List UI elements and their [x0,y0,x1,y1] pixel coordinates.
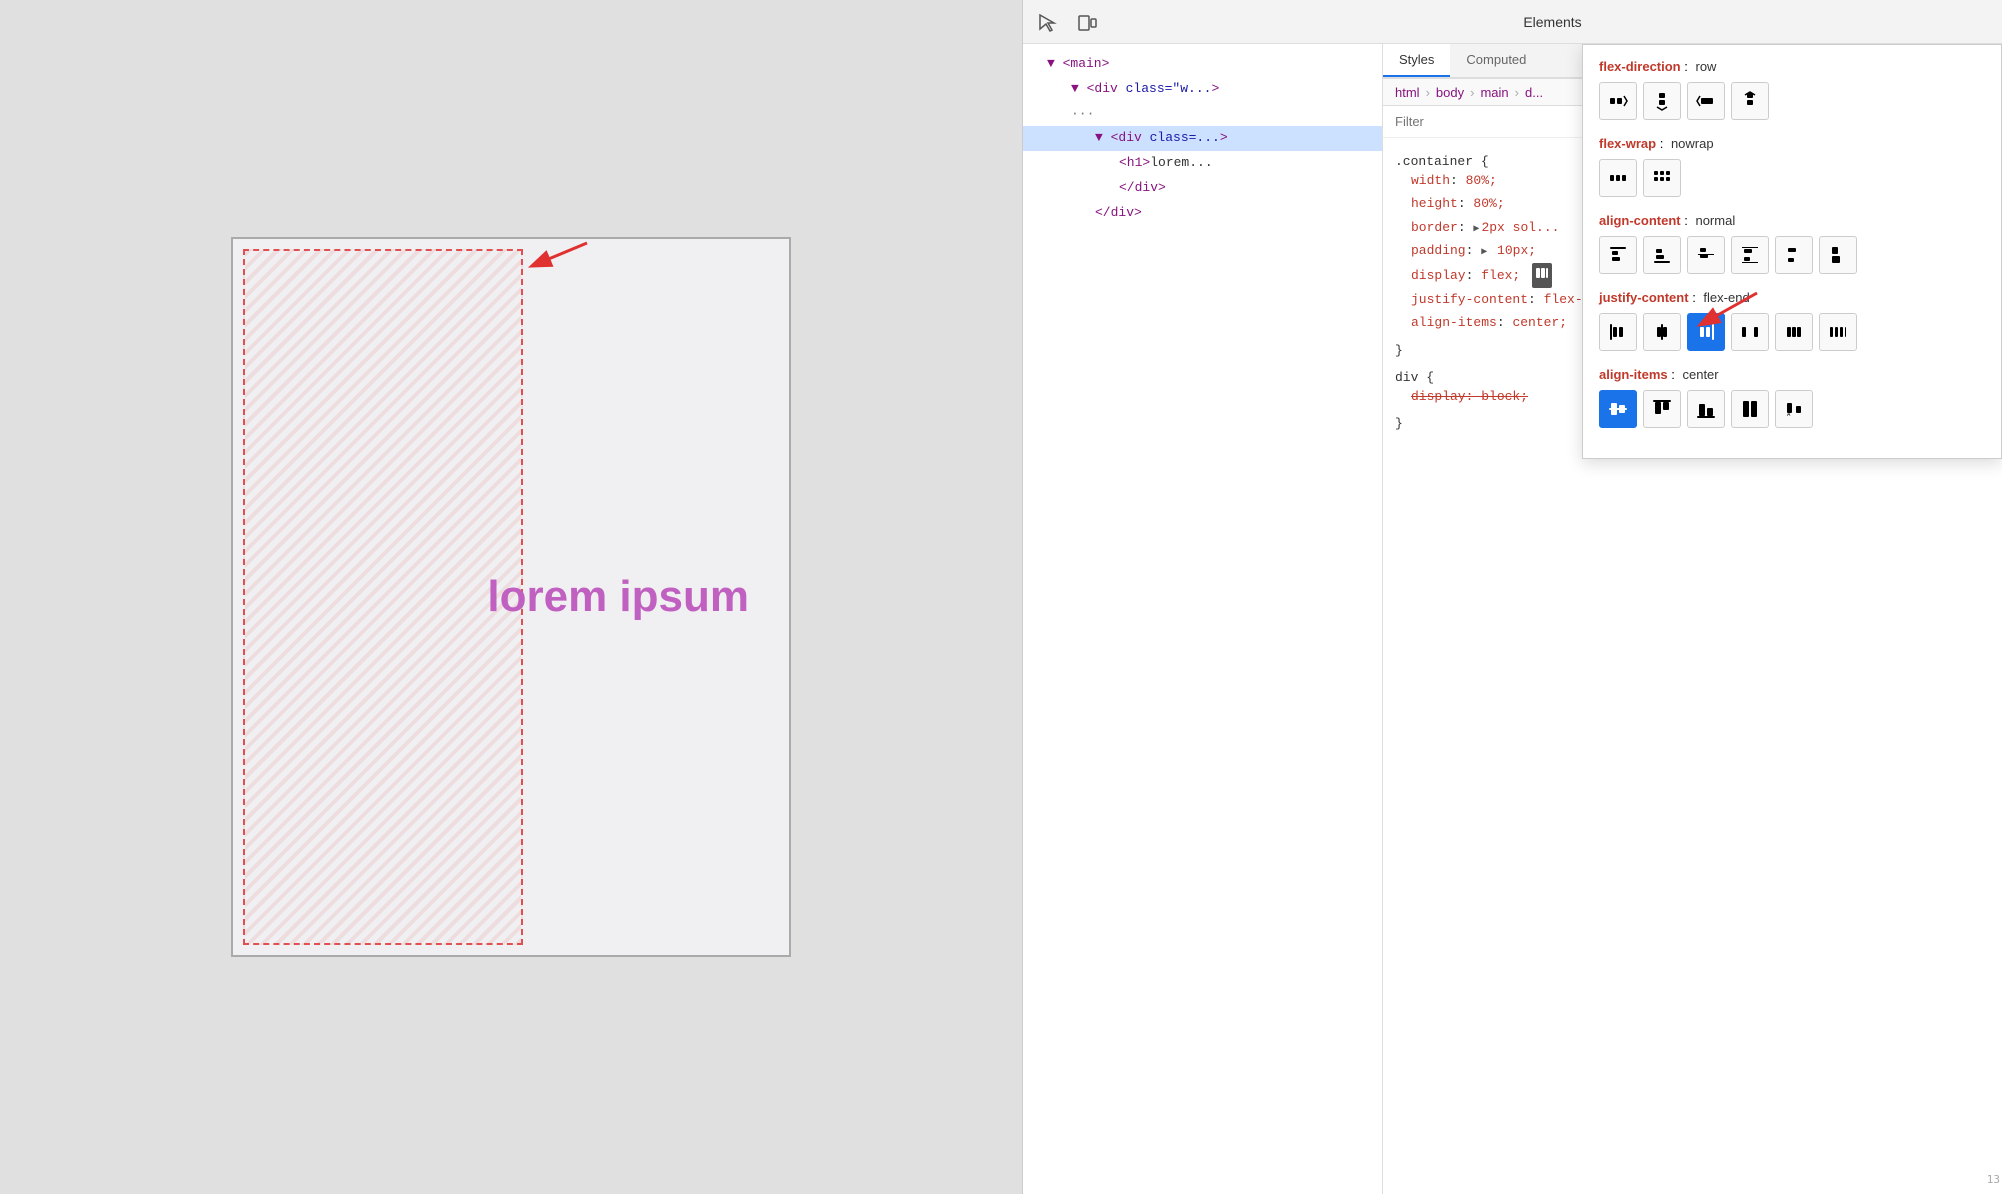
flex-nowrap-btn[interactable] [1599,159,1637,197]
breadcrumb-body[interactable]: body [1436,85,1464,100]
breadcrumb-html[interactable]: html [1395,85,1420,100]
tab-styles[interactable]: Styles [1383,44,1450,77]
align-content-space-between-btn[interactable] [1731,236,1769,274]
flex-direction-value: row [1695,59,1716,74]
flex-wrap-icons [1599,159,1985,197]
flex-dir-col-rev-btn[interactable] [1731,82,1769,120]
align-content-center-btn[interactable] [1687,236,1725,274]
align-content-start-btn[interactable] [1599,236,1637,274]
flex-dir-row-btn[interactable] [1599,82,1637,120]
breadcrumb-div[interactable]: d... [1525,85,1543,100]
browser-preview: lorem ipsum [0,0,1022,1194]
justify-content-label: justify-content [1599,290,1689,305]
align-items-start-btn[interactable] [1643,390,1681,428]
justify-space-around-btn[interactable] [1775,313,1813,351]
flex-wrap-label: flex-wrap [1599,136,1656,151]
align-content-stretch-btn[interactable] [1819,236,1857,274]
dom-line-div2[interactable]: ▼ <div class=...> [1023,126,1382,151]
flex-direction-section: flex-direction : row [1599,59,1985,120]
inspect-icon[interactable] [1035,10,1059,34]
justify-content-value: flex-end [1703,290,1749,305]
devtools-panel: Elements ▼ <main> ▼ <div class="w...> ··… [1022,0,2002,1194]
devtools-toolbar: Elements [1023,0,2002,44]
align-items-baseline-btn[interactable]: A [1775,390,1813,428]
dom-line-div-close2: </div> [1023,201,1382,226]
align-content-value: normal [1695,213,1735,228]
dom-line-main[interactable]: ▼ <main> [1023,52,1382,77]
align-content-end-btn[interactable] [1643,236,1681,274]
top-arrow-indicator [515,235,595,280]
align-content-space-around-btn[interactable] [1775,236,1813,274]
flex-display-icon[interactable] [1532,263,1552,288]
justify-center-btn[interactable] [1643,313,1681,351]
dom-tree: ▼ <main> ▼ <div class="w...> ··· ▼ <div … [1023,44,1383,1194]
tab-computed[interactable]: Computed [1450,44,1542,77]
align-items-stretch-btn[interactable] [1731,390,1769,428]
flex-wrap-section: flex-wrap : nowrap [1599,136,1985,197]
justify-space-evenly-btn[interactable] [1819,313,1857,351]
device-toggle-icon[interactable] [1075,10,1099,34]
align-content-section: align-content : normal [1599,213,1985,274]
flex-dir-col-btn[interactable] [1643,82,1681,120]
preview-container: lorem ipsum [231,237,791,957]
align-content-label: align-content [1599,213,1681,228]
flex-inspector-popup: flex-direction : row [1582,44,2002,459]
align-items-label: align-items [1599,367,1668,382]
justify-content-section: justify-content : flex-end [1599,290,1985,351]
line-number: 13 [1987,1173,2000,1186]
filter-input[interactable] [1395,114,1595,129]
align-items-icons: A [1599,390,1985,428]
justify-content-icons [1599,313,1985,351]
align-items-value: center [1682,367,1718,382]
dom-line-ellipsis: ··· [1023,102,1382,127]
dom-line-div-close1: </div> [1023,176,1382,201]
justify-space-between-btn[interactable] [1731,313,1769,351]
panel-title: Elements [1523,14,1581,30]
align-items-section: align-items : center [1599,367,1985,428]
flex-wrap-btn[interactable] [1643,159,1681,197]
right-side-panel: Styles Computed html › body › main › d..… [1383,44,2002,1194]
elements-panel: ▼ <main> ▼ <div class="w...> ··· ▼ <div … [1023,44,2002,1194]
dom-line-h1[interactable]: <h1>lorem... [1023,151,1382,176]
align-content-icons [1599,236,1985,274]
align-items-end-btn[interactable] [1687,390,1725,428]
selected-element-highlight [243,249,523,945]
flex-dir-row-rev-btn[interactable] [1687,82,1725,120]
justify-end-btn[interactable] [1687,313,1725,351]
breadcrumb-main[interactable]: main [1480,85,1508,100]
justify-start-btn[interactable] [1599,313,1637,351]
align-items-center-btn[interactable] [1599,390,1637,428]
flex-direction-icons [1599,82,1985,120]
flex-direction-label: flex-direction [1599,59,1681,74]
flex-wrap-value: nowrap [1671,136,1714,151]
lorem-ipsum-text: lorem ipsum [487,572,749,622]
dom-line-div1[interactable]: ▼ <div class="w...> [1023,77,1382,102]
